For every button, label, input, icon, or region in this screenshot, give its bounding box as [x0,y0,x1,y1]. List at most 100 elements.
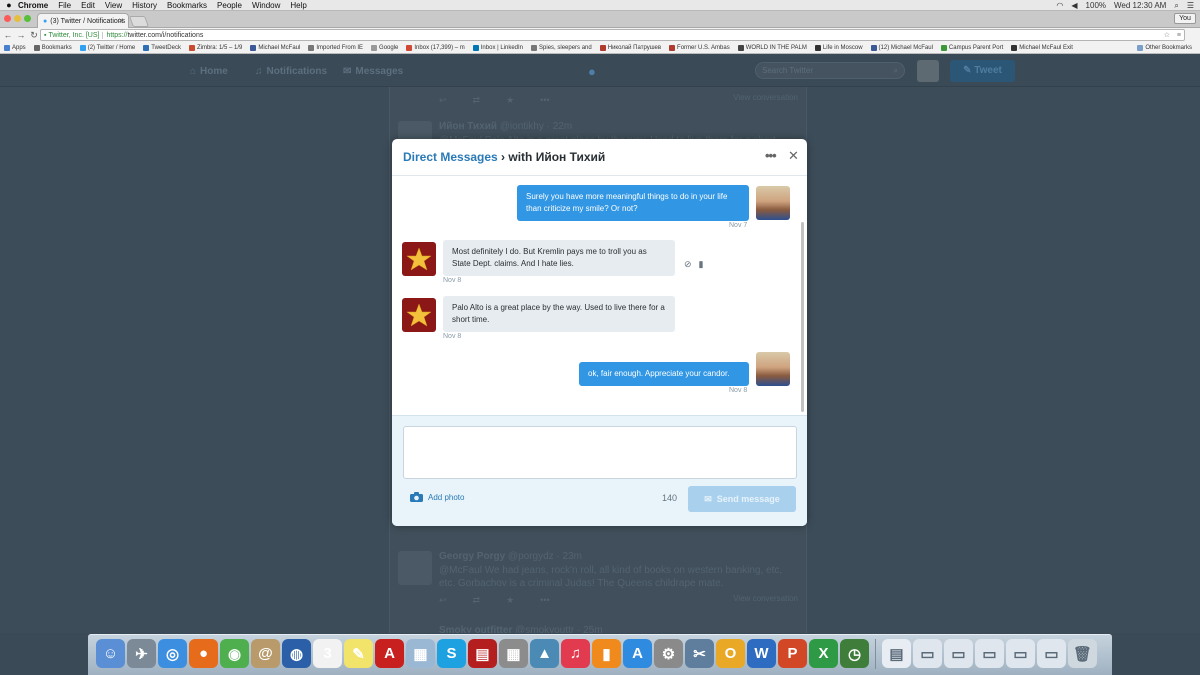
add-photo-button[interactable]: Add photo [410,492,464,502]
delete-icon[interactable]: ▮ [699,259,704,270]
retweet-icon[interactable]: ⇄ [473,595,481,606]
chrome-icon[interactable]: ◉ [220,639,249,668]
apple-menu-icon[interactable]: ● [0,0,18,10]
reload-icon[interactable]: ↻ [29,30,39,41]
stickies-icon[interactable]: ✎ [344,639,373,668]
system-preferences-icon[interactable]: ⚙ [654,639,683,668]
reply-icon[interactable]: ↩ [439,595,447,606]
menu-bookmarks[interactable]: Bookmarks [167,1,207,10]
firefox-icon[interactable]: ● [189,639,218,668]
bookmark-item[interactable]: Bookmarks [33,44,72,51]
bookmark-item[interactable]: Spies, sleepers and [531,44,592,51]
window-thumb-icon[interactable]: ▭ [913,639,942,668]
bookmark-item[interactable]: Google [371,44,398,51]
tweet-button[interactable]: ✎ Tweet [950,60,1015,82]
profile-button[interactable]: You [1174,13,1196,24]
menu-help[interactable]: Help [290,1,306,10]
retweet-icon[interactable]: ⇄ [473,95,481,106]
block-icon[interactable]: ⊘ [684,259,692,270]
browser-tab[interactable]: ● (3) Twitter / Notifications ✕ [37,13,129,28]
window-thumb-icon[interactable]: ▭ [975,639,1004,668]
contacts-icon[interactable]: @ [251,639,280,668]
bookmark-item[interactable]: Former U.S. Ambas [669,44,730,51]
reply-icon[interactable]: ↩ [439,95,447,106]
tab-close-icon[interactable]: ✕ [118,17,124,25]
outlook-icon[interactable]: O [716,639,745,668]
view-conversation-link[interactable]: View conversation [733,594,798,603]
bookmark-item[interactable]: Inbox | LinkedIn [472,44,523,51]
volume-icon[interactable]: ◀ [1071,1,1077,10]
excel-icon[interactable]: X [809,639,838,668]
bookmark-item[interactable]: (2) Twitter / Home [79,44,135,51]
calendar-icon[interactable]: 3 [313,639,342,668]
menu-view[interactable]: View [105,1,122,10]
clock[interactable]: Wed 12:30 AM [1114,1,1166,10]
notification-center-icon[interactable]: ☰ [1187,1,1194,10]
document-icon[interactable]: ▤ [882,639,911,668]
avatar[interactable] [756,352,790,386]
more-icon[interactable]: ••• [540,595,549,606]
more-icon[interactable]: ••• [540,95,549,106]
nav-messages[interactable]: ✉ Messages [343,66,403,77]
forward-icon[interactable]: → [16,30,26,40]
bookmark-star-icon[interactable]: ☆ [1164,31,1170,39]
close-window-button[interactable] [4,15,11,22]
itunes-icon[interactable]: ♫ [561,639,590,668]
preview-icon[interactable]: ▦ [406,639,435,668]
tweet-author[interactable]: Ийон Тихий @iontikhy · 22m [439,121,572,132]
message-timestamp[interactable]: Nov 8 [729,387,747,394]
finder-icon[interactable]: ☺ [96,639,125,668]
app-store-icon[interactable]: A [623,639,652,668]
bookmark-item[interactable]: Michael McFaul Exit [1011,44,1073,51]
image-capture-icon[interactable]: ✂ [685,639,714,668]
menu-file[interactable]: File [58,1,71,10]
scrollbar[interactable] [801,222,804,412]
powerpoint-icon[interactable]: P [778,639,807,668]
bookmark-item[interactable]: WORLD IN THE PALM [737,44,807,51]
minimize-window-button[interactable] [14,15,21,22]
tweet-author[interactable]: Smoky outfitter @smokyouttr · 25m [439,625,603,633]
back-icon[interactable]: ← [3,30,13,40]
bookmark-item[interactable]: Inbox (17,399) – m [406,44,465,51]
menu-app[interactable]: Chrome [18,1,48,10]
more-options-icon[interactable]: ••• [765,148,777,163]
skype-icon[interactable]: S [437,639,466,668]
other-bookmarks[interactable]: Other Bookmarks [1137,45,1192,51]
menu-edit[interactable]: Edit [81,1,95,10]
menu-window[interactable]: Window [252,1,280,10]
bookmark-item[interactable]: Michael McFaul [250,44,300,51]
nav-notifications[interactable]: ♫ Notifications [255,66,327,77]
battery-label[interactable]: 100% [1086,1,1106,10]
message-timestamp[interactable]: Nov 7 [729,222,747,229]
menu-history[interactable]: History [132,1,157,10]
bookmark-item[interactable]: Campus Parent Port [940,44,1003,51]
bookmark-item[interactable]: Apps [4,44,26,51]
avatar[interactable] [402,298,436,332]
send-message-button[interactable]: ✉ Send message [688,486,796,512]
search-input[interactable]: Search Twitter ⌕ [755,62,905,79]
message-timestamp[interactable]: Nov 8 [443,277,461,284]
direct-messages-link[interactable]: Direct Messages [403,150,498,164]
word-icon[interactable]: W [747,639,776,668]
bookmark-item[interactable]: (12) Michael McFaul [870,44,933,51]
window-thumb-icon[interactable]: ▭ [944,639,973,668]
favorite-icon[interactable]: ★ [506,95,514,106]
iphoto-icon[interactable]: ▲ [530,639,559,668]
bookmark-item[interactable]: Николай Патрушев [599,44,661,51]
bookmark-item[interactable]: Imported From IE [308,44,363,51]
google-earth-icon[interactable]: ◍ [282,639,311,668]
ev-certificate-label[interactable]: Twitter, Inc. [US] [48,31,104,39]
search-icon[interactable]: ⌕ [894,63,898,78]
zoom-window-button[interactable] [24,15,31,22]
avatar[interactable] [917,60,939,82]
time-machine-icon[interactable]: ◷ [840,639,869,668]
trash-icon[interactable]: 🗑 [1068,639,1097,668]
wifi-icon[interactable]: ◠ [1056,1,1063,10]
twitter-bird-icon[interactable]: ● [588,64,596,79]
message-input[interactable] [403,426,797,479]
new-tab-button[interactable] [128,16,150,27]
launchpad-icon[interactable]: ✈ [127,639,156,668]
calculator-icon[interactable]: ▦ [499,639,528,668]
ibooks-icon[interactable]: ▮ [592,639,621,668]
acrobat-icon[interactable]: A [375,639,404,668]
